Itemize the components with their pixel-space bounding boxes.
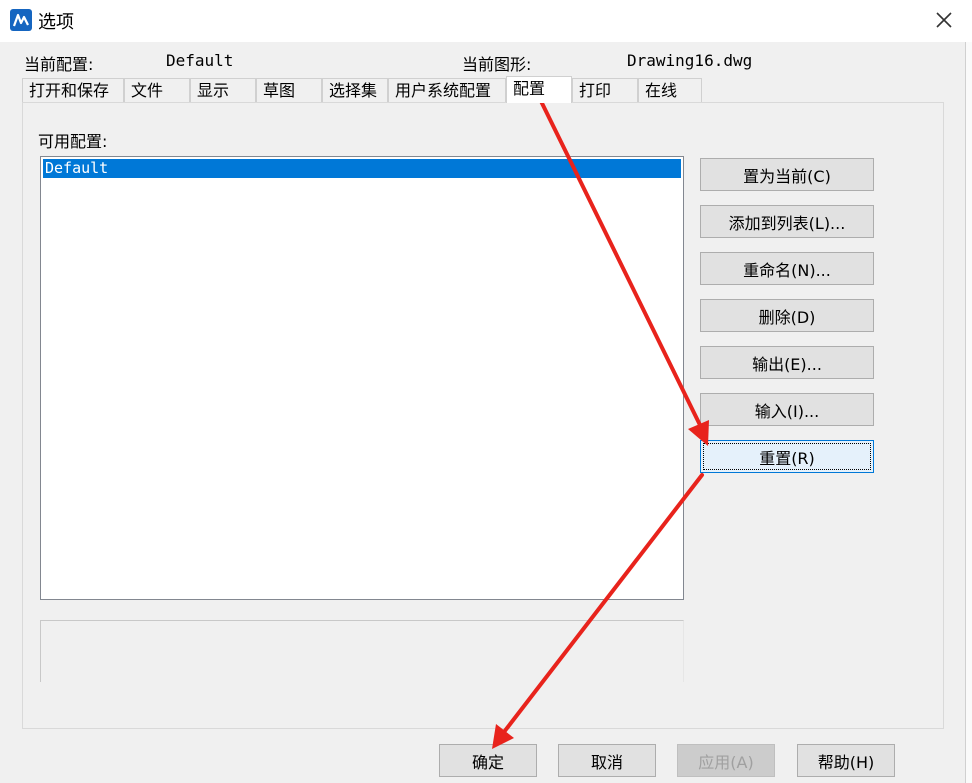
- current-drawing-value: Drawing16.dwg: [627, 51, 753, 70]
- delete-button[interactable]: 删除(D): [700, 299, 874, 332]
- apply-button[interactable]: 应用(A): [677, 744, 775, 777]
- tab-plot[interactable]: 打印: [572, 78, 638, 102]
- ok-button[interactable]: 确定: [439, 744, 537, 777]
- profiles-list[interactable]: Default: [40, 156, 684, 600]
- tab-profiles[interactable]: 配置: [506, 76, 572, 103]
- profile-description-box: [40, 620, 684, 682]
- tab-online[interactable]: 在线: [638, 78, 702, 102]
- reset-button[interactable]: 重置(R): [700, 440, 874, 473]
- rename-button[interactable]: 重命名(N)...: [700, 252, 874, 285]
- current-profile-value: Default: [166, 51, 234, 70]
- list-item[interactable]: Default: [43, 159, 681, 178]
- tab-open-save[interactable]: 打开和保存: [22, 78, 124, 102]
- tab-display[interactable]: 显示: [190, 78, 256, 102]
- close-icon[interactable]: [930, 6, 958, 34]
- window-edge: [965, 42, 972, 783]
- tab-drafting[interactable]: 草图: [256, 78, 322, 102]
- tab-user-preferences[interactable]: 用户系统配置: [388, 78, 506, 102]
- add-to-list-button[interactable]: 添加到列表(L)...: [700, 205, 874, 238]
- set-current-button[interactable]: 置为当前(C): [700, 158, 874, 191]
- available-profiles-label: 可用配置:: [38, 132, 108, 151]
- app-logo-icon: [10, 9, 32, 31]
- title-bar: 选项: [0, 0, 972, 42]
- cancel-button[interactable]: 取消: [558, 744, 656, 777]
- current-drawing-label: 当前图形:: [462, 55, 532, 74]
- import-button[interactable]: 输入(I)...: [700, 393, 874, 426]
- window-title: 选项: [38, 12, 74, 33]
- help-button[interactable]: 帮助(H): [797, 744, 895, 777]
- export-button[interactable]: 输出(E)...: [700, 346, 874, 379]
- current-profile-label: 当前配置:: [24, 55, 94, 74]
- tab-files[interactable]: 文件: [124, 78, 190, 102]
- tab-selection[interactable]: 选择集: [322, 78, 388, 102]
